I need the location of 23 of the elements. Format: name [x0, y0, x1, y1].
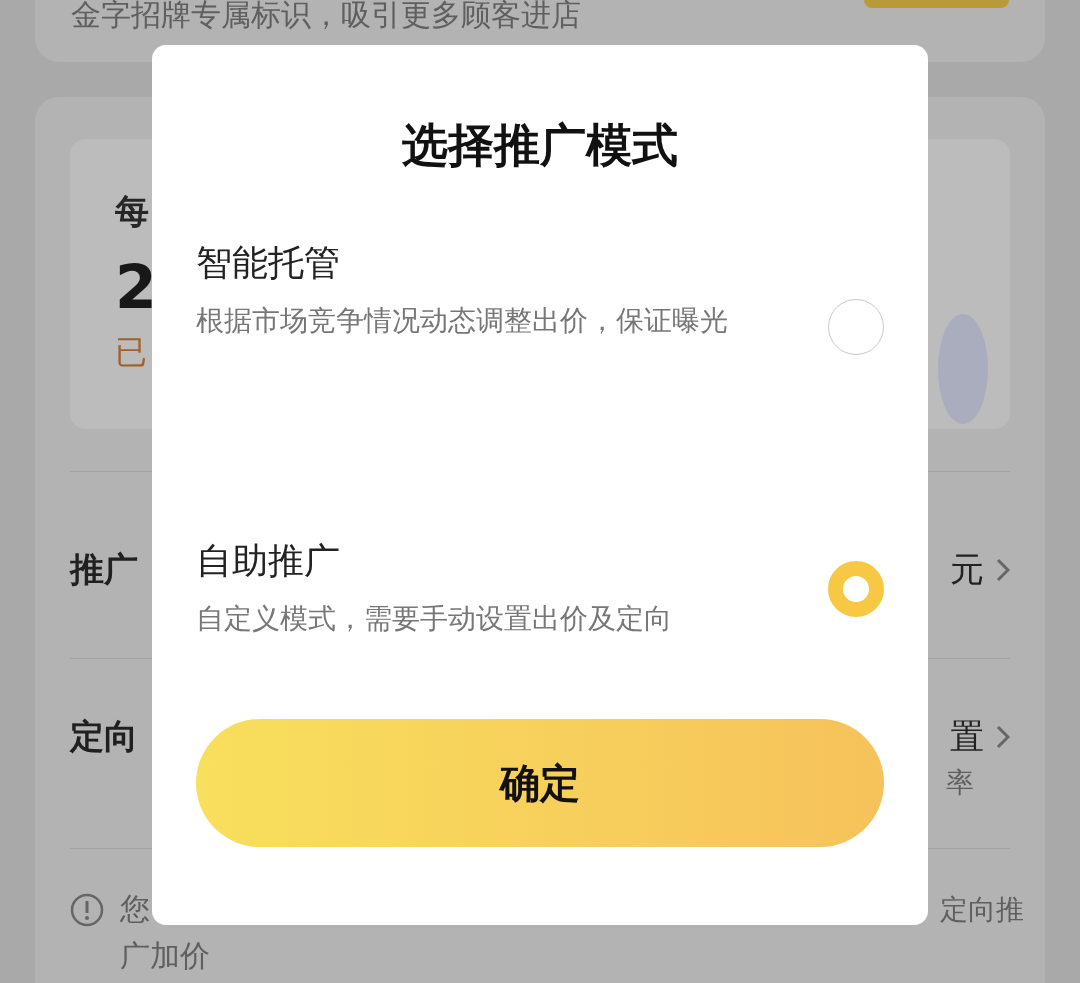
budget-value: 2: [115, 257, 157, 317]
row-value[interactable]: 置: [950, 714, 984, 760]
option-description: 自定义模式，需要手动设置出价及定向: [196, 600, 673, 637]
dialog-title: 选择推广模式: [401, 117, 679, 174]
chevron-icon: [996, 725, 1010, 749]
action-button[interactable]: [864, 0, 1009, 8]
row-label: 推广: [70, 548, 138, 591]
radio-button[interactable]: [828, 561, 884, 617]
notice-text: 您: [120, 890, 150, 928]
row-label: 定向: [70, 715, 138, 758]
chevron-icon: [996, 558, 1010, 582]
confirm-button[interactable]: 确定: [196, 719, 884, 847]
budget-label: 每: [115, 190, 150, 233]
row-value[interactable]: 元: [950, 547, 984, 593]
notice-text: 定向推: [940, 891, 1024, 928]
option-title: 自助推广: [196, 538, 341, 583]
budget-note: 已: [115, 332, 148, 373]
option-title: 智能托管: [196, 241, 341, 285]
notice-text: 广加价: [119, 937, 211, 975]
row-note: 率: [946, 765, 974, 801]
option-description: 根据市场竞争情况动态调整出价，保证曝光: [196, 303, 729, 339]
banner-text: 金字招牌专属标识，吸引更多顾客进店: [71, 0, 581, 30]
info-icon: [70, 892, 104, 927]
